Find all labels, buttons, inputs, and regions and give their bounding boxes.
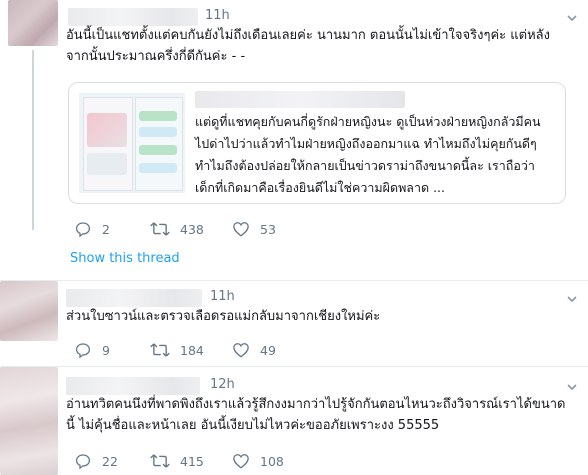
like-icon [233,343,249,358]
reply-button[interactable]: 22 [74,450,118,472]
avatar[interactable] [8,0,58,46]
thread-line [32,50,34,230]
retweet-icon [150,454,170,468]
tweet-2[interactable]: 11h ส่วนใบซาวน์และตรวจเลือดรอแม่กลับมาจา… [0,281,588,366]
tweet-time[interactable]: 11h [210,289,235,304]
tweet-text: ส่วนใบซาวน์และตรวจเลือดรอแม่กลับมาจากเชี… [66,309,381,324]
retweet-button[interactable]: 438 [150,218,204,240]
like-count: 49 [260,342,276,358]
retweet-count: 184 [180,342,204,358]
tweet-time[interactable]: 11h [205,8,230,23]
avatar[interactable] [0,281,58,341]
tweet-1[interactable]: 11h อันนี้เป็นแชทตั้งแต่คบกันยังไม่ถึงเด… [0,0,588,282]
tweet-actions: 2 438 53 [74,218,374,240]
like-icon [233,454,249,469]
retweet-count: 438 [180,221,204,237]
tweet-3[interactable]: 12h อ่านทวิตคนนึงที่พาดพิงถึงเราแล้วรู้ส… [0,367,588,475]
retweet-count: 415 [180,453,204,469]
show-thread-link[interactable]: Show this thread [70,251,180,266]
retweet-icon [150,222,170,236]
tweet-actions: 9 184 49 [74,339,374,361]
tweet-time[interactable]: 12h [210,377,235,392]
like-icon [233,222,249,237]
reply-button[interactable]: 2 [74,218,110,240]
reply-button[interactable]: 9 [74,339,110,361]
reply-icon [75,343,91,359]
tweet-text: อันนี้เป็นแชทตั้งแต่คบกันยังไม่ถึงเดือนเ… [66,28,550,64]
like-button[interactable]: 53 [232,218,276,240]
like-count: 53 [260,221,276,237]
author-name[interactable] [66,377,200,395]
author-name[interactable] [66,289,202,307]
retweet-button[interactable]: 184 [150,339,204,361]
like-count: 108 [260,453,284,469]
retweet-button[interactable]: 415 [150,450,204,472]
tweet-text: อ่านทวิตคนนึงที่พาดพิงถึงเราแล้วรู้สึกงง… [66,397,566,433]
reply-count: 22 [102,453,118,469]
chevron-down-icon[interactable] [566,381,578,393]
like-button[interactable]: 49 [232,339,276,361]
reply-count: 2 [102,221,110,237]
chevron-down-icon[interactable] [566,12,578,24]
reply-icon [75,454,91,470]
reply-icon [75,222,91,238]
avatar[interactable] [0,367,58,475]
author-name[interactable] [68,8,198,26]
link-card[interactable]: แต่ดูที่แชทคุยกับคนกี่ดูรักฝ่ายหญิงนะ ดู… [68,82,566,204]
card-author-name [195,91,405,108]
card-thumbnail [79,93,185,193]
retweet-icon [150,343,170,357]
card-text: แต่ดูที่แชทคุยกับคนกี่ดูรักฝ่ายหญิงนะ ดู… [195,114,541,195]
like-button[interactable]: 108 [232,450,284,472]
chevron-down-icon[interactable] [566,293,578,305]
tweet-actions: 22 415 108 [74,450,374,472]
reply-count: 9 [102,342,110,358]
